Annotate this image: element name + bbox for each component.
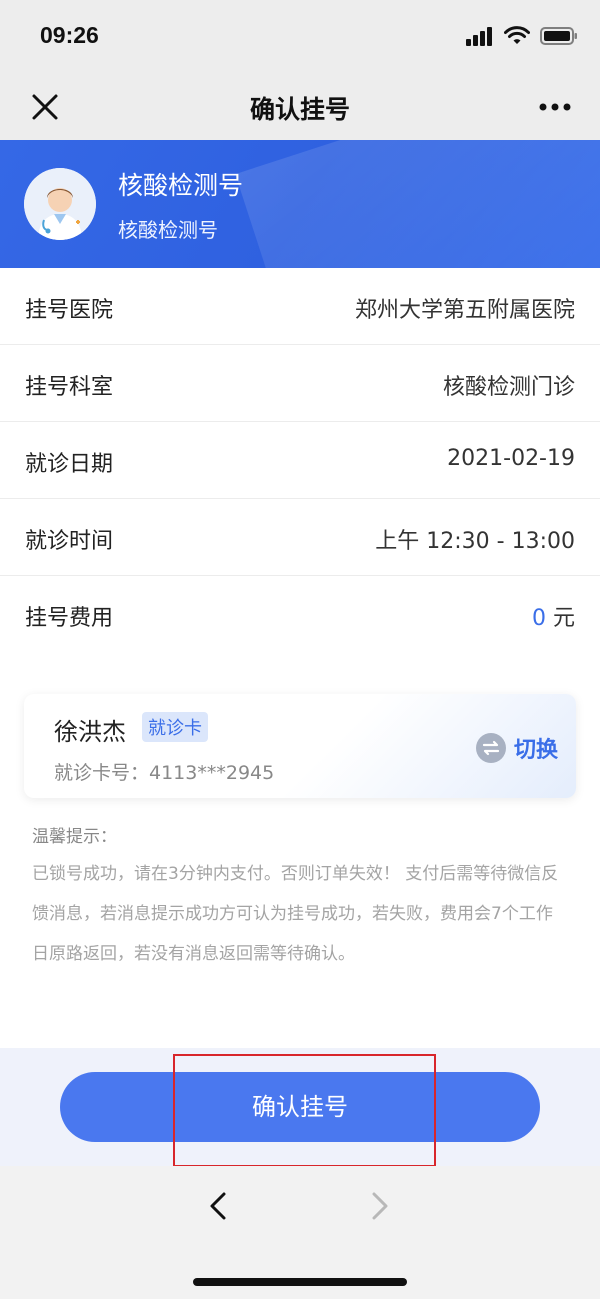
info-row-fee: 挂号费用 0 元	[0, 576, 600, 653]
back-arrow-icon[interactable]	[206, 1190, 230, 1222]
info-row-time: 就诊时间 上午 12:30 - 13:00	[0, 499, 600, 576]
nav-bar: 确认挂号	[0, 72, 600, 140]
info-label: 就诊日期	[25, 452, 114, 477]
doctor-banner: 核酸检测号 核酸检测号	[0, 140, 600, 268]
banner-title: 核酸检测号	[118, 171, 244, 200]
info-row-department: 挂号科室 核酸检测门诊	[0, 345, 600, 422]
info-label: 就诊时间	[25, 529, 114, 554]
home-indicator	[193, 1278, 407, 1286]
switch-card-label: 切换	[513, 738, 558, 763]
tips-title: 温馨提示：	[32, 827, 117, 847]
banner-decoration	[235, 140, 600, 268]
wifi-icon	[504, 26, 530, 44]
battery-icon	[540, 27, 577, 45]
info-label: 挂号科室	[25, 375, 114, 400]
status-icons	[466, 26, 578, 46]
info-row-hospital: 挂号医院 郑州大学第五附属医院	[0, 268, 600, 345]
doctor-avatar	[24, 168, 96, 240]
card-type-badge: 就诊卡	[142, 712, 208, 742]
patient-name: 徐洪杰	[54, 718, 126, 746]
forward-arrow-icon[interactable]	[368, 1190, 392, 1222]
info-label: 挂号医院	[25, 298, 114, 323]
info-label: 挂号费用	[25, 606, 114, 631]
highlight-annotation-box	[173, 1054, 436, 1167]
status-bar: 09:26	[0, 0, 600, 72]
switch-card-button[interactable]: 切换	[475, 732, 558, 764]
browser-toolbar	[0, 1166, 600, 1299]
fee-unit: 元	[552, 606, 575, 631]
banner-subtitle: 核酸检测号	[118, 218, 218, 242]
signal-icon	[466, 27, 492, 46]
card-area: 徐洪杰 就诊卡 就诊卡号：4113***2945 切换 温馨提示： 已锁号成功，…	[0, 668, 600, 1048]
page-title: 确认挂号	[249, 95, 350, 124]
info-value: 上午 12:30 - 13:00	[375, 529, 575, 554]
doctor-avatar-icon	[24, 168, 96, 240]
registration-info-list: 挂号医院 郑州大学第五附属医院 挂号科室 核酸检测门诊 就诊日期 2021-02…	[0, 268, 600, 668]
info-row-date: 就诊日期 2021-02-19	[0, 422, 600, 499]
info-value: 郑州大学第五附属医院	[354, 298, 575, 323]
more-icon[interactable]	[538, 102, 572, 112]
fee-amount: 0	[531, 606, 546, 631]
fee-value: 0 元	[532, 600, 575, 632]
status-time: 09:26	[40, 22, 99, 48]
card-number: 就诊卡号：4113***2945	[54, 762, 275, 784]
patient-card: 徐洪杰 就诊卡 就诊卡号：4113***2945 切换	[24, 694, 576, 798]
info-value: 核酸检测门诊	[442, 375, 575, 400]
info-value: 2021-02-19	[447, 446, 575, 471]
tips-body: 已锁号成功，请在3分钟内支付。否则订单失效！ 支付后需等待微信反馈消息，若消息提…	[32, 864, 559, 964]
switch-icon	[475, 733, 506, 763]
